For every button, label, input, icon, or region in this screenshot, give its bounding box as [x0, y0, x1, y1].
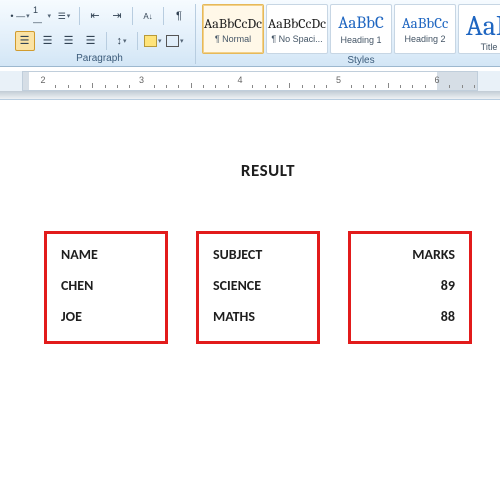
line-spacing-button[interactable]: ▾: [112, 31, 132, 51]
table-columns: NAME CHEN JOE SUBJECT SCIENCE MATHS MARK…: [20, 231, 480, 344]
styles-group-label: Styles: [347, 54, 374, 66]
style-normal[interactable]: AaBbCcDc ¶ Normal: [202, 4, 264, 54]
paragraph-group-label: Paragraph: [76, 52, 123, 64]
ribbon: ▾ ▾ ▾ ▾ ▾ ▾ Paragraph: [0, 0, 500, 67]
justify-button[interactable]: [81, 31, 101, 51]
document-area[interactable]: RESULT NAME CHEN JOE SUBJECT SCIENCE MAT…: [0, 100, 500, 344]
increase-indent-button[interactable]: [107, 6, 127, 26]
style-heading-2[interactable]: AaBbCc Heading 2: [394, 4, 456, 54]
shading-button[interactable]: ▾: [143, 31, 163, 51]
ruler-area: 23456: [0, 71, 500, 100]
show-paragraph-marks-button[interactable]: [169, 6, 189, 26]
borders-button[interactable]: ▾: [165, 31, 185, 51]
sort-button[interactable]: [138, 6, 158, 26]
style-heading-1[interactable]: AaBbC Heading 1: [330, 4, 392, 54]
doc-title: RESULT: [56, 160, 480, 181]
styles-gallery[interactable]: AaBbCcDc ¶ Normal AaBbCcDc ¶ No Spaci...…: [202, 4, 500, 54]
align-right-button[interactable]: [59, 31, 79, 51]
style-title[interactable]: AaB Title: [458, 4, 500, 54]
numbering-button[interactable]: ▾: [32, 6, 52, 26]
paragraph-group: ▾ ▾ ▾ ▾ ▾ ▾ Paragraph: [4, 4, 195, 64]
col-subject: SUBJECT SCIENCE MATHS: [196, 231, 320, 344]
align-left-button[interactable]: [15, 31, 35, 51]
horizontal-ruler[interactable]: 23456: [22, 71, 478, 91]
align-center-button[interactable]: [37, 31, 57, 51]
col-name: NAME CHEN JOE: [44, 231, 168, 344]
multilevel-list-button[interactable]: ▾: [54, 6, 74, 26]
style-no-spacing[interactable]: AaBbCcDc ¶ No Spaci...: [266, 4, 328, 54]
decrease-indent-button[interactable]: [85, 6, 105, 26]
col-marks: MARKS 89 88: [348, 231, 472, 344]
styles-group: AaBbCcDc ¶ Normal AaBbCcDc ¶ No Spaci...…: [195, 4, 500, 64]
bullets-button[interactable]: ▾: [10, 6, 30, 26]
